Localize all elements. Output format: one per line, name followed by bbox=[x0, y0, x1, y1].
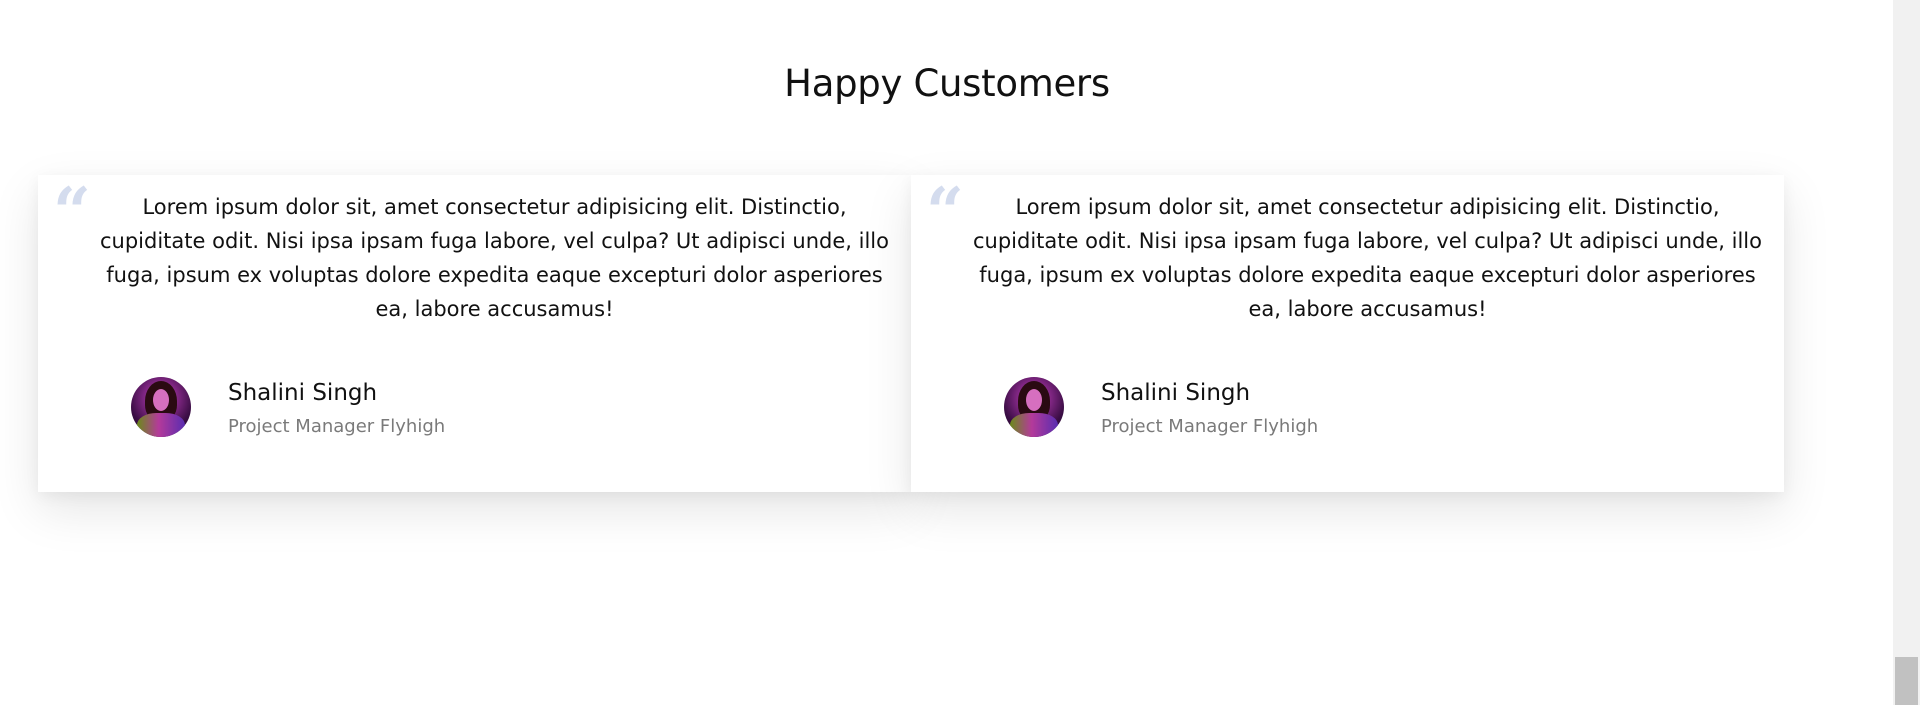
testimonial-author: Shalini Singh Project Manager Flyhigh bbox=[131, 377, 445, 438]
author-info: Shalini Singh Project Manager Flyhigh bbox=[228, 379, 445, 438]
quote-icon: “ bbox=[53, 173, 91, 251]
author-role: Project Manager Flyhigh bbox=[228, 416, 446, 437]
author-name: Shalini Singh bbox=[228, 380, 378, 406]
avatar-body bbox=[1010, 413, 1058, 437]
testimonial-text: Lorem ipsum dolor sit, amet consectetur … bbox=[973, 195, 1762, 321]
testimonial-text: Lorem ipsum dolor sit, amet consectetur … bbox=[100, 195, 889, 321]
author-name: Shalini Singh bbox=[1101, 380, 1251, 406]
scrollbar-thumb[interactable] bbox=[1895, 657, 1918, 705]
avatar-face bbox=[153, 389, 169, 411]
author-info: Shalini Singh Project Manager Flyhigh bbox=[1101, 379, 1318, 438]
testimonial-card: “ Lorem ipsum dolor sit, amet consectetu… bbox=[38, 175, 911, 492]
testimonial-card: “ Lorem ipsum dolor sit, amet consectetu… bbox=[911, 175, 1784, 492]
page: Happy Customers “ Lorem ipsum dolor sit,… bbox=[0, 0, 1920, 705]
avatar bbox=[131, 377, 191, 437]
testimonial-author: Shalini Singh Project Manager Flyhigh bbox=[1004, 377, 1318, 438]
section-title: Happy Customers bbox=[784, 62, 1110, 105]
scrollbar[interactable] bbox=[1893, 0, 1920, 705]
avatar-body bbox=[137, 413, 185, 437]
avatar-face bbox=[1026, 389, 1042, 411]
author-role: Project Manager Flyhigh bbox=[1101, 416, 1319, 437]
avatar bbox=[1004, 377, 1064, 437]
quote-icon: “ bbox=[926, 173, 964, 251]
